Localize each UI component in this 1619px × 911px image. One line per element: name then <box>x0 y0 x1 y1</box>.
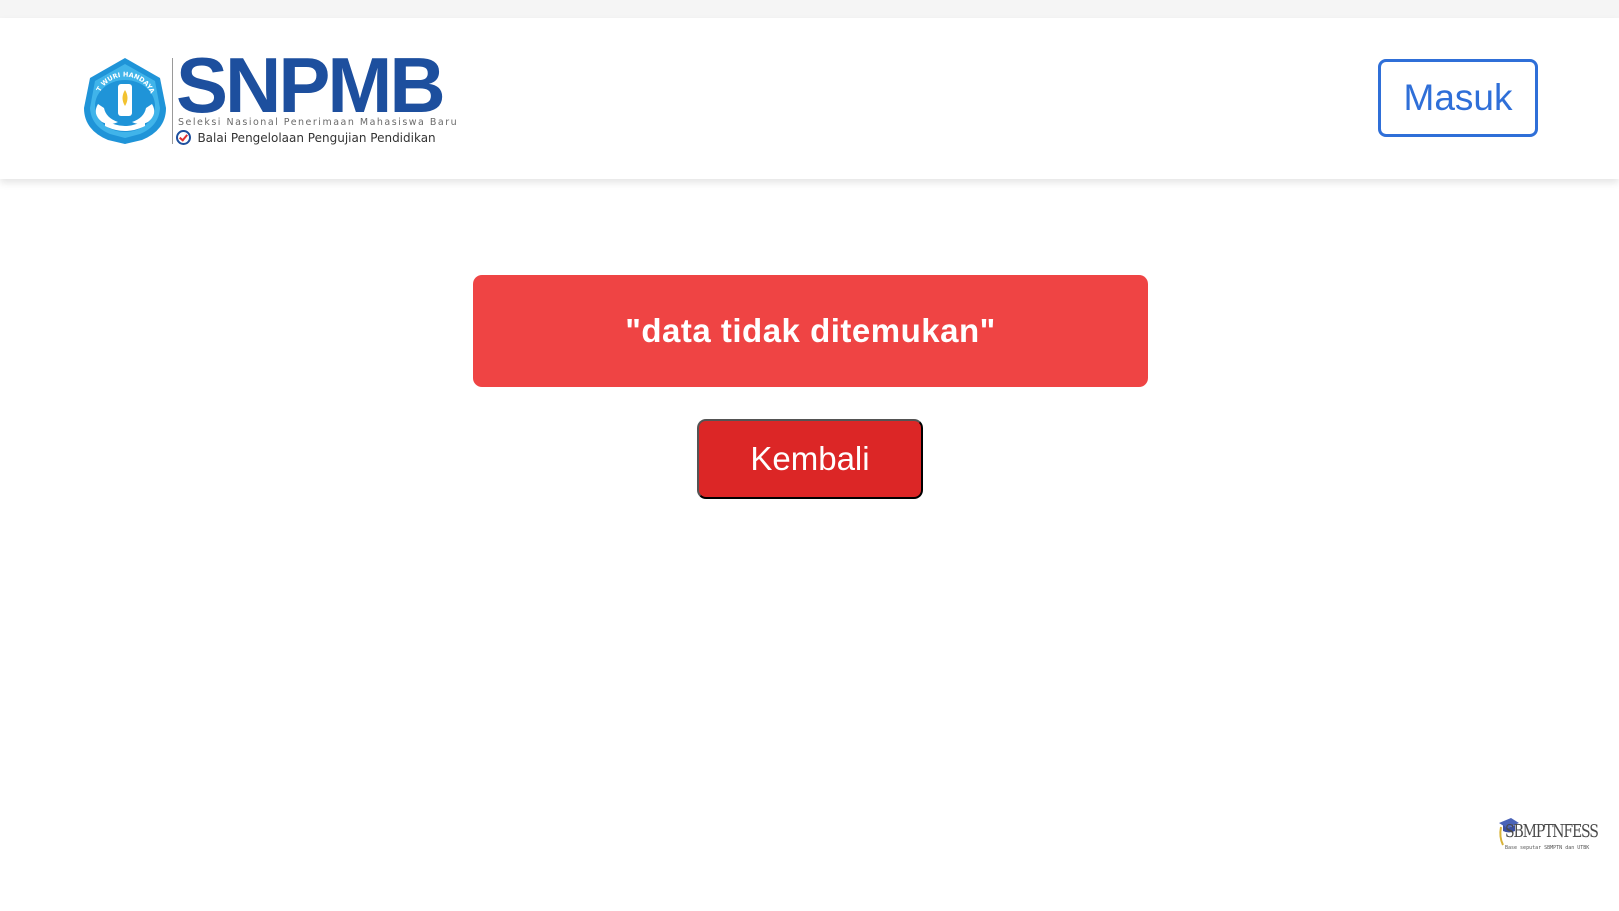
logo-org: Balai Pengelolaan Pengujian Pendidikan <box>176 129 436 146</box>
logo-org-label: Balai Pengelolaan Pengujian Pendidikan <box>197 130 436 145</box>
error-alert: "data tidak ditemukan" <box>473 275 1148 387</box>
logo-divider <box>172 58 173 144</box>
logo-tagline: Seleksi Nasional Penerimaan Mahasiswa Ba… <box>178 117 459 128</box>
error-message: "data tidak ditemukan" <box>625 312 996 349</box>
tut-wuri-handayani-emblem-icon: TUT WURI HANDAYANI <box>80 56 166 144</box>
login-button[interactable]: Masuk <box>1378 59 1538 137</box>
logo-wordmark: SNPMB <box>176 41 446 129</box>
back-button[interactable]: Kembali <box>697 419 923 499</box>
check-circle-icon <box>176 130 191 146</box>
snpmb-logo[interactable]: TUT WURI HANDAYANI SNPMB Seleksi Nasiona… <box>80 46 457 148</box>
watermark-title: SBMPTNFESS <box>1505 821 1599 842</box>
logo-text: SNPMB Seleksi Nasional Penerimaan Mahasi… <box>176 46 457 148</box>
watermark: SBMPTNFESS Base seputar SBMPTN dan UTBK <box>1497 815 1599 855</box>
site-header: TUT WURI HANDAYANI SNPMB Seleksi Nasiona… <box>0 18 1619 179</box>
top-strip <box>0 0 1619 18</box>
watermark-subtitle: Base seputar SBMPTN dan UTBK <box>1505 845 1590 851</box>
